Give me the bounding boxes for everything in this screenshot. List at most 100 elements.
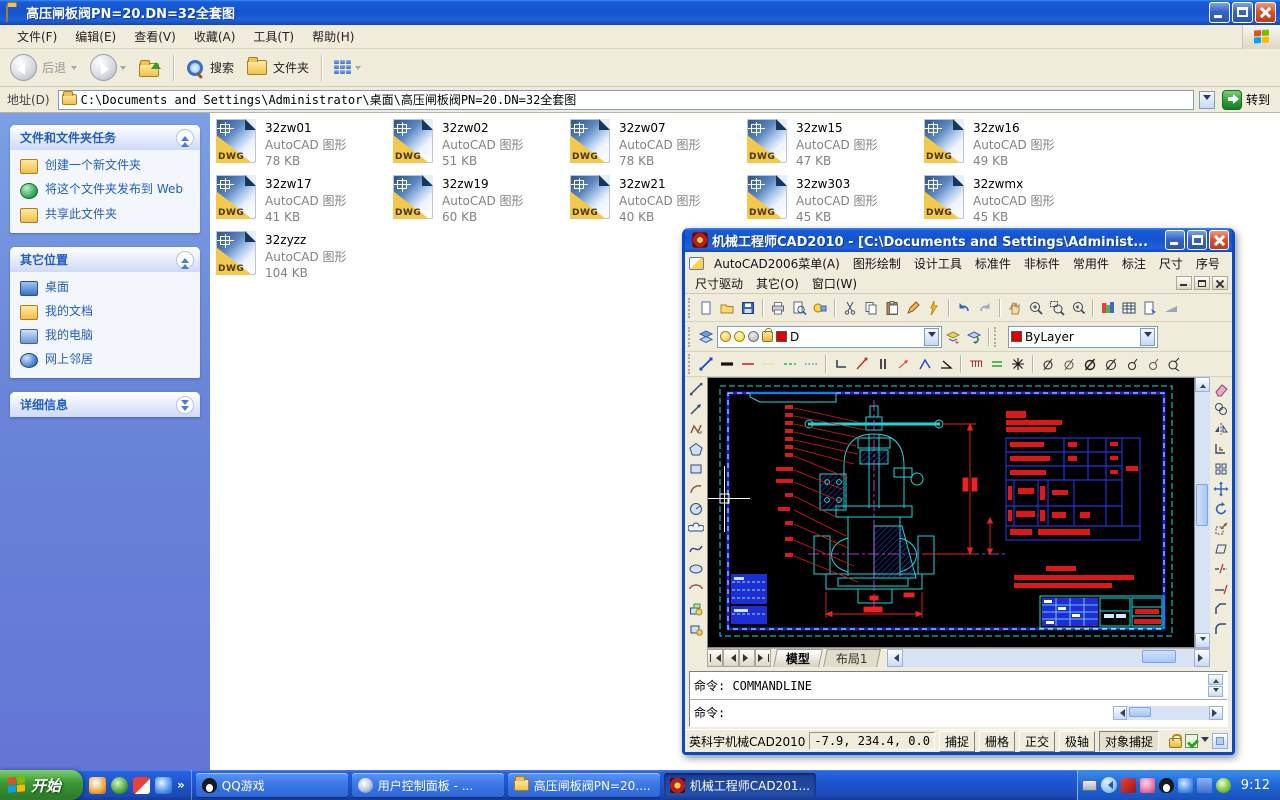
erase-icon[interactable] xyxy=(1211,379,1231,398)
canvas-horizontal-scrollbar[interactable] xyxy=(886,649,1210,667)
file-item[interactable]: DWG 32zw19 AutoCAD 图形 60 KB xyxy=(393,175,565,227)
pan-icon[interactable] xyxy=(1005,298,1025,318)
cad-menu-annotate[interactable]: 标注 xyxy=(1116,253,1152,274)
double-line-icon[interactable] xyxy=(987,354,1007,374)
link-my-computer[interactable]: 我的电脑 xyxy=(20,328,192,344)
scroll-right-icon[interactable] xyxy=(1194,649,1210,667)
ellipse-arc-icon[interactable] xyxy=(686,579,706,598)
line-yellow-icon[interactable] xyxy=(759,354,779,374)
forward-dropdown-icon[interactable] xyxy=(120,66,127,73)
angle-icon[interactable] xyxy=(936,354,956,374)
line-icon[interactable] xyxy=(686,379,706,398)
preview-icon[interactable] xyxy=(789,298,809,318)
scroll-left-icon[interactable] xyxy=(1113,705,1127,720)
arc-icon[interactable] xyxy=(686,479,706,498)
color-combo-dropdown[interactable] xyxy=(1140,327,1155,346)
print-icon[interactable] xyxy=(768,298,788,318)
command-scroll-up[interactable] xyxy=(1208,673,1223,685)
scroll-left-icon[interactable] xyxy=(886,649,903,667)
scroll-down-icon[interactable] xyxy=(1195,633,1210,648)
table-icon[interactable] xyxy=(1119,298,1139,318)
array-icon[interactable] xyxy=(1211,459,1231,478)
up-button[interactable] xyxy=(135,57,165,79)
polar-toggle[interactable]: 极轴 xyxy=(1059,730,1096,752)
new-icon[interactable] xyxy=(696,298,716,318)
render-icon[interactable] xyxy=(1098,298,1118,318)
ray-icon[interactable] xyxy=(686,399,706,418)
task-user-control-panel[interactable]: 用户控制面板 - ... xyxy=(351,773,504,797)
panel-other-places-header[interactable]: 其它位置 xyxy=(10,247,200,272)
file-item[interactable]: DWG 32zwmx AutoCAD 图形 45 KB xyxy=(924,175,1096,227)
layer-combo-dropdown[interactable] xyxy=(924,327,939,346)
quick-launch-icon[interactable] xyxy=(133,776,151,794)
collapse-chevron-icon[interactable] xyxy=(176,250,194,269)
link-publish-web[interactable]: 将这个文件夹发布到 Web xyxy=(20,182,192,199)
usb-tray-icon[interactable] xyxy=(1196,777,1212,793)
mirror-icon[interactable] xyxy=(1211,419,1231,438)
quick-launch-overflow[interactable]: » xyxy=(177,778,185,792)
diameter-icon[interactable] xyxy=(1143,354,1163,374)
trim-icon[interactable] xyxy=(1211,559,1231,578)
menu-tools[interactable]: 工具(T) xyxy=(244,25,303,48)
back-dropdown-icon[interactable] xyxy=(71,66,78,73)
paste-icon[interactable] xyxy=(882,298,902,318)
file-item[interactable]: DWG 32zw21 AutoCAD 图形 40 KB xyxy=(570,175,742,227)
mdi-close-button[interactable] xyxy=(1212,276,1228,290)
diameter-icon[interactable] xyxy=(1122,354,1142,374)
open-icon[interactable] xyxy=(717,298,737,318)
go-button[interactable]: 转到 xyxy=(1220,89,1276,111)
command-history[interactable]: 命令: COMMANDLINE xyxy=(690,672,1227,700)
circle-icon[interactable] xyxy=(686,499,706,518)
stretch-icon[interactable] xyxy=(1211,539,1231,558)
tray-collapse-chevron-icon[interactable] xyxy=(1100,777,1117,793)
cad-menu-common-parts[interactable]: 常用件 xyxy=(1067,253,1115,274)
cad-menu-draw[interactable]: 图形绘制 xyxy=(847,253,907,274)
zoom-realtime-icon[interactable] xyxy=(1026,298,1046,318)
file-item[interactable]: DWG 32zw303 AutoCAD 图形 45 KB xyxy=(747,175,919,227)
grid-toggle[interactable]: 栅格 xyxy=(978,730,1015,752)
cad-minimize-button[interactable] xyxy=(1165,230,1185,250)
publish-icon[interactable] xyxy=(1161,298,1181,318)
cut-icon[interactable] xyxy=(840,298,860,318)
tab-layout1[interactable]: 布局1 xyxy=(823,649,881,667)
link-my-documents[interactable]: 我的文档 xyxy=(20,304,192,320)
cad-menu-autocad[interactable]: AutoCAD2006菜单(A) xyxy=(708,253,846,274)
link-desktop[interactable]: 桌面 xyxy=(20,280,192,296)
command-scroll-down[interactable] xyxy=(1208,685,1223,697)
layer-previous-icon[interactable] xyxy=(964,327,984,347)
diameter-icon[interactable] xyxy=(1080,354,1100,374)
copy-icon[interactable] xyxy=(861,298,881,318)
rectangle-icon[interactable] xyxy=(686,459,706,478)
tab-prev-button[interactable] xyxy=(723,649,739,667)
make-block-icon[interactable] xyxy=(686,619,706,638)
vertical-scroll-thumb[interactable] xyxy=(1196,484,1208,526)
link-share-folder[interactable]: 共享此文件夹 xyxy=(20,207,192,223)
forward-button[interactable] xyxy=(86,52,130,83)
views-button[interactable] xyxy=(330,58,365,78)
match-icon[interactable] xyxy=(924,298,944,318)
find-icon[interactable] xyxy=(810,298,830,318)
task-cad-app[interactable]: 机械工程师CAD201... xyxy=(663,773,816,797)
clean-screen-icon[interactable] xyxy=(1185,734,1198,748)
copy-object-icon[interactable] xyxy=(1211,399,1231,418)
line-thick-icon[interactable] xyxy=(717,354,737,374)
fillet-icon[interactable] xyxy=(1211,619,1231,638)
mdi-restore-button[interactable] xyxy=(1194,276,1210,290)
canvas-vertical-scrollbar[interactable] xyxy=(1195,377,1210,648)
start-button[interactable]: 开始 xyxy=(0,770,84,800)
point-star-icon[interactable] xyxy=(1008,354,1028,374)
redo-icon[interactable] xyxy=(975,298,995,318)
green-globe-tray-icon[interactable] xyxy=(1215,777,1231,793)
menu-edit[interactable]: 编辑(E) xyxy=(66,25,125,48)
parallel-icon[interactable] xyxy=(873,354,893,374)
insert-block-icon[interactable] xyxy=(686,599,706,618)
red-arrow-icon[interactable] xyxy=(894,354,914,374)
file-item[interactable]: DWG 32zw01 AutoCAD 图形 78 KB xyxy=(216,119,388,171)
cad-menu-window[interactable]: 窗口(W) xyxy=(806,273,863,294)
layer-states-icon[interactable] xyxy=(943,327,963,347)
views-dropdown-icon[interactable] xyxy=(355,66,362,73)
red-pen-icon[interactable] xyxy=(852,354,872,374)
tab-next-button[interactable] xyxy=(739,649,755,667)
quick-launch-icon[interactable] xyxy=(89,776,107,794)
status-dropdown-icon[interactable] xyxy=(1201,736,1209,746)
